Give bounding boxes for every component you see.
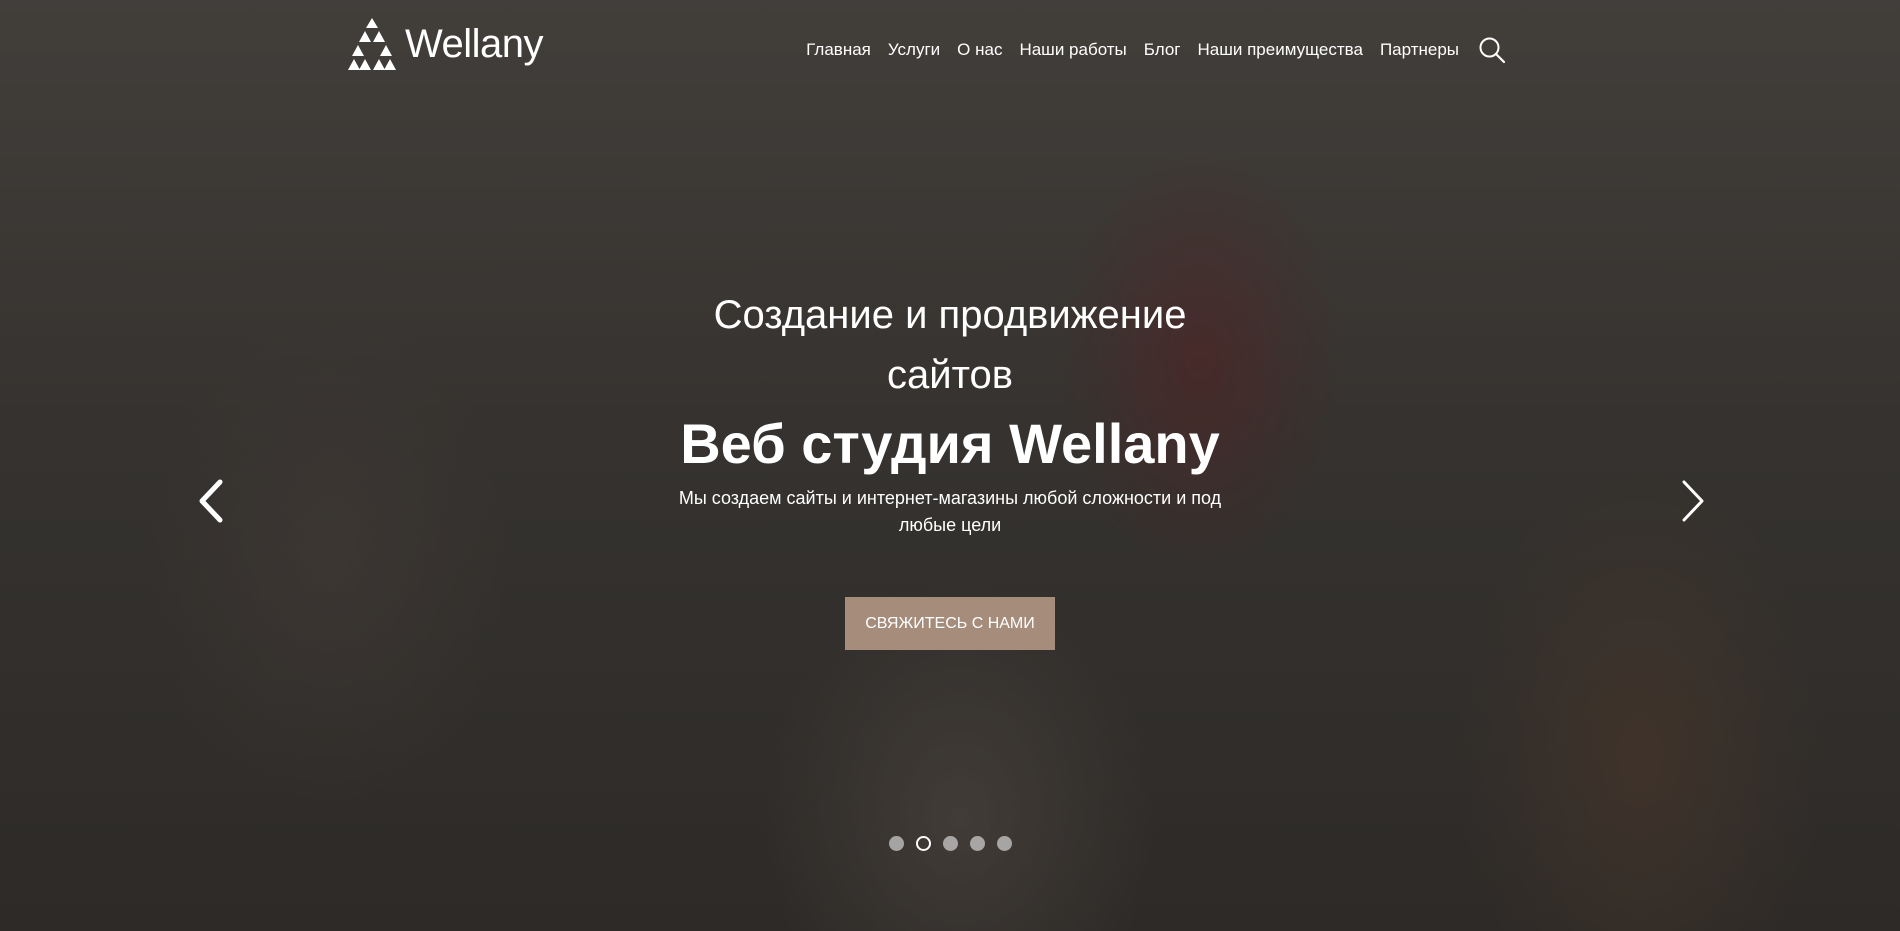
hero-description: Мы создаем сайты и интернет-магазины люб… bbox=[678, 488, 1222, 535]
nav-item-partners[interactable]: Партнеры bbox=[1380, 40, 1459, 60]
nav-item-advantages[interactable]: Наши преимущества bbox=[1198, 40, 1363, 60]
hero-title: Веб студия Wellany bbox=[680, 412, 1220, 475]
nav-item-services[interactable]: Услуги bbox=[888, 40, 940, 60]
nav-item-portfolio[interactable]: Наши работы bbox=[1019, 40, 1126, 60]
slider-dot[interactable] bbox=[942, 836, 958, 851]
nav-item-home[interactable]: Главная bbox=[806, 40, 871, 60]
logo-text: Wellany bbox=[405, 21, 544, 66]
site-header: Wellany Главная Услуги О нас Наши работы… bbox=[0, 0, 1900, 100]
slider-dot[interactable] bbox=[888, 836, 904, 851]
slider-dot-active[interactable] bbox=[915, 836, 931, 851]
hero-content: Создание и продвижение сайтов Веб студия… bbox=[0, 285, 1900, 650]
slider-dots bbox=[0, 836, 1900, 851]
nav-item-blog[interactable]: Блог bbox=[1144, 40, 1181, 60]
main-nav: Главная Услуги О нас Наши работы Блог На… bbox=[806, 36, 1506, 64]
slider-dot[interactable] bbox=[969, 836, 985, 851]
nav-item-about[interactable]: О нас bbox=[957, 40, 1002, 60]
triangle-logo-icon bbox=[348, 18, 396, 70]
slider-dot[interactable] bbox=[996, 836, 1012, 851]
contact-us-button[interactable]: СВЯЖИТЕСЬ С НАМИ bbox=[845, 597, 1055, 650]
hero-slider: Wellany Главная Услуги О нас Наши работы… bbox=[0, 0, 1900, 931]
hero-subtitle: Создание и продвижение сайтов bbox=[713, 293, 1187, 397]
logo[interactable]: Wellany bbox=[347, 16, 544, 72]
search-icon[interactable] bbox=[1478, 36, 1506, 64]
